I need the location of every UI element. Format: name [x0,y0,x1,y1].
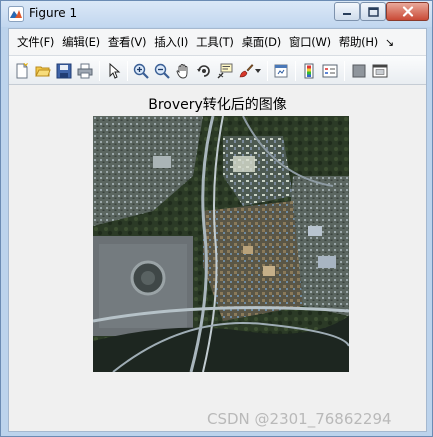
pan-button[interactable] [173,61,193,81]
toolbar-separator [295,61,296,81]
close-button[interactable] [386,2,429,21]
data-cursor-button[interactable] [215,61,235,81]
zoom-in-icon [133,63,149,79]
zoom-in-button[interactable] [131,61,151,81]
edit-plot-arrow-icon [109,63,121,79]
figure-toolbar [9,55,426,85]
csdn-watermark: CSDN @2301_76862294 [207,410,392,428]
new-figure-button[interactable] [12,61,32,81]
menu-window[interactable]: 窗口(W) [286,34,334,50]
title-bar[interactable]: Figure 1 [1,1,432,27]
zoom-out-icon [154,63,170,79]
rotate-3d-button[interactable] [194,61,214,81]
hide-plot-tools-icon [352,64,366,78]
brush-dropdown-icon [255,69,261,73]
menu-overflow-icon[interactable]: ↘ [385,36,394,49]
menu-insert[interactable]: 插入(I) [151,34,191,50]
insert-colorbar-icon [304,63,314,79]
show-plot-tools-icon [372,64,388,78]
menu-desktop[interactable]: 桌面(D) [239,34,284,50]
figure-canvas[interactable]: Brovery转化后的图像 CSDN @2301_76862294 [9,86,426,431]
figure-window: Figure 1 文件(F) 编辑(E) 查看(V) 插入(I) 工具(T) 桌… [0,0,433,437]
data-cursor-icon [217,63,233,79]
open-file-button[interactable] [33,61,53,81]
figure-client-area: 文件(F) 编辑(E) 查看(V) 插入(I) 工具(T) 桌面(D) 窗口(W… [8,28,427,432]
print-icon [77,63,93,79]
menu-tools[interactable]: 工具(T) [193,34,237,50]
link-plot-icon [274,64,288,78]
axes-title: Brovery转化后的图像 [148,97,287,113]
minimize-icon [343,12,351,15]
menu-file[interactable]: 文件(F) [14,34,57,50]
zoom-out-button[interactable] [152,61,172,81]
matlab-app-icon[interactable] [8,6,24,22]
pan-hand-icon [176,64,188,79]
satellite-image [93,116,349,372]
insert-colorbar-button[interactable] [299,61,319,81]
toolbar-separator [267,61,268,81]
menu-view[interactable]: 查看(V) [105,34,149,50]
minimize-button[interactable] [334,2,360,21]
maximize-icon [367,6,379,17]
show-plot-tools-button[interactable] [370,61,390,81]
menu-bar: 文件(F) 编辑(E) 查看(V) 插入(I) 工具(T) 桌面(D) 窗口(W… [9,29,426,55]
insert-legend-button[interactable] [320,61,340,81]
rotate-3d-icon [197,65,210,77]
brush-dropdown-button[interactable] [252,61,264,81]
link-plot-button[interactable] [271,61,291,81]
edit-plot-button[interactable] [104,61,124,81]
close-icon [402,6,413,17]
hide-plot-tools-button[interactable] [349,61,369,81]
save-button[interactable] [54,61,74,81]
window-title: Figure 1 [29,6,78,20]
menu-help[interactable]: 帮助(H) [336,34,381,50]
print-button[interactable] [75,61,95,81]
insert-legend-icon [322,64,338,78]
toolbar-separator [127,61,128,81]
brovey-fused-image[interactable] [93,116,349,372]
save-icon [56,63,72,79]
toolbar-separator [344,61,345,81]
open-file-icon [35,66,51,77]
maximize-button[interactable] [360,2,386,21]
toolbar-separator [99,61,100,81]
new-figure-icon [16,63,29,79]
menu-edit[interactable]: 编辑(E) [59,34,103,50]
